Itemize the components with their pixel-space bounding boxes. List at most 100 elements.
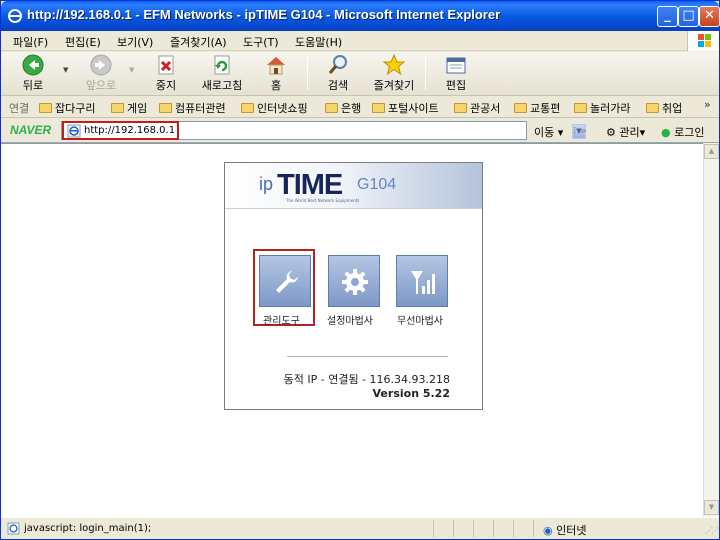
edit-button[interactable]: 편집: [434, 54, 478, 94]
link-item[interactable]: 포털사이트: [372, 100, 439, 116]
vertical-scrollbar[interactable]: ▲ ▼: [703, 143, 719, 517]
folder-icon: [325, 103, 338, 113]
status-pane-divider: [533, 520, 534, 537]
back-button[interactable]: 뒤로: [11, 54, 55, 94]
back-label: 뒤로: [22, 79, 44, 92]
window-title: http://192.168.0.1 - EFM Networks - ipTI…: [27, 7, 501, 22]
status-pane-divider: [513, 520, 514, 537]
link-item[interactable]: 취업: [646, 100, 682, 116]
address-url: http://192.168.0.1: [84, 125, 176, 136]
security-zone: ◉ 인터넷: [543, 524, 587, 537]
scroll-down-button[interactable]: ▼: [704, 500, 719, 515]
search-label: 검색: [327, 79, 349, 92]
status-text: javascript: login_main(1);: [24, 523, 152, 534]
back-dropdown-icon[interactable]: ▼: [63, 66, 68, 74]
ie-page-icon: [67, 124, 81, 138]
home-icon: [267, 57, 285, 75]
setup-wizard-label[interactable]: 설정마법사: [327, 312, 373, 327]
menu-tools[interactable]: 도구(T): [243, 34, 279, 50]
links-overflow-button[interactable]: »: [704, 98, 711, 111]
wireless-wizard-tile[interactable]: [396, 255, 448, 307]
ie-icon: [8, 9, 22, 23]
forward-button: 앞으로: [79, 54, 123, 94]
page-content: ip TIME G104 The World Best Network Equi…: [1, 143, 703, 517]
refresh-label: 새로고침: [201, 79, 243, 92]
status-pane-divider: [453, 520, 454, 537]
wireless-wizard-label[interactable]: 무선마법사: [397, 312, 443, 327]
maximize-button[interactable]: □: [678, 6, 699, 27]
link-item[interactable]: 게임: [111, 100, 147, 116]
scroll-up-button[interactable]: ▲: [704, 144, 719, 159]
link-item[interactable]: 교통편: [514, 100, 560, 116]
refresh-button[interactable]: 새로고침: [198, 54, 246, 94]
forward-dropdown-icon: ▼: [129, 66, 135, 74]
logo-ip: ip: [259, 174, 274, 194]
minimize-button[interactable]: _: [657, 6, 678, 27]
manage-button[interactable]: ⚙ 관리▾: [606, 124, 645, 140]
windows-logo: [687, 31, 719, 51]
menu-favorites[interactable]: 즐겨찾기(A): [170, 34, 227, 50]
stop-icon: [158, 55, 174, 75]
folder-icon: [241, 103, 254, 113]
resize-grip-icon[interactable]: ⋰⋰: [705, 526, 719, 535]
toolbar-separator: [307, 56, 308, 90]
toolbar-separator: [425, 56, 426, 90]
title-bar: http://192.168.0.1 - EFM Networks - ipTI…: [1, 1, 720, 31]
links-label: 연결: [9, 102, 30, 115]
link-item[interactable]: 놀러가라: [574, 100, 630, 116]
status-pane-divider: [433, 520, 434, 537]
menu-edit[interactable]: 편집(E): [65, 34, 101, 50]
menu-help[interactable]: 도움말(H): [295, 34, 342, 50]
stop-button[interactable]: 중지: [144, 54, 188, 94]
panel-divider: [287, 356, 448, 357]
globe-icon: ◉: [543, 524, 553, 537]
naver-logo[interactable]: NAVER: [10, 123, 51, 137]
admin-tool-label[interactable]: 관리도구: [263, 312, 300, 327]
toolbar-grip-icon: ⁝ »: [573, 124, 587, 137]
link-item[interactable]: 관공서: [454, 100, 500, 116]
folder-icon: [574, 103, 587, 113]
close-button[interactable]: ✕: [699, 6, 720, 27]
refresh-icon: [214, 55, 230, 75]
folder-icon: [159, 103, 172, 113]
favorites-label: 즐겨찾기: [373, 79, 415, 92]
logo-tagline: The World Best Network Equipments: [286, 198, 360, 203]
iptime-login-panel: ip TIME G104 The World Best Network Equi…: [224, 162, 483, 410]
home-button[interactable]: 홈: [254, 54, 298, 94]
folder-icon: [372, 103, 385, 113]
setup-wizard-tile[interactable]: [328, 255, 380, 307]
link-item[interactable]: 은행: [325, 100, 361, 116]
address-input[interactable]: http://192.168.0.1 ▼: [61, 121, 586, 140]
connection-status: 동적 IP - 연결됨 - 116.34.93.218: [283, 373, 450, 386]
folder-icon: [514, 103, 527, 113]
status-bar: javascript: login_main(1); ◉ 인터넷 ⋰⋰: [1, 517, 719, 539]
login-button[interactable]: ● 로그인: [661, 124, 704, 140]
star-icon: [383, 54, 405, 76]
standard-toolbar: 뒤로 ▼ 앞으로 ▼ 중지 새로고침 홈 검색 즐겨찾기 편집: [1, 52, 719, 96]
go-button[interactable]: 이동 ▾: [534, 124, 563, 140]
edit-icon: [446, 57, 466, 74]
menu-view[interactable]: 보기(V): [117, 34, 153, 50]
favorites-button[interactable]: 즐겨찾기: [370, 54, 418, 94]
link-item[interactable]: 컴퓨터관련: [159, 100, 226, 116]
browser-window: http://192.168.0.1 - EFM Networks - ipTI…: [0, 0, 720, 540]
links-bar: 연결 잡다구리 게임 컴퓨터관련 인터넷쇼핑 은행 포털사이트 관공서 교통편 …: [1, 96, 719, 118]
gear-icon: [342, 269, 368, 295]
logo-model: G104: [357, 176, 397, 193]
status-pane-divider: [493, 520, 494, 537]
status-pane-divider: [473, 520, 474, 537]
folder-icon: [39, 103, 52, 113]
address-bar: NAVER http://192.168.0.1 ▼ 이동 ▾ ⁝ » ⚙ 관리…: [1, 119, 719, 143]
menu-file[interactable]: 파일(F): [13, 34, 48, 50]
admin-tool-tile[interactable]: [259, 255, 311, 307]
firmware-version: Version 5.22: [372, 387, 450, 400]
folder-icon: [646, 103, 659, 113]
forward-label: 앞으로: [85, 79, 117, 92]
search-button[interactable]: 검색: [316, 54, 360, 94]
page-icon: [7, 522, 20, 535]
link-item[interactable]: 잡다구리: [39, 100, 95, 116]
link-item[interactable]: 인터넷쇼핑: [241, 100, 308, 116]
folder-icon: [111, 103, 124, 113]
menu-bar: 파일(F) 편집(E) 보기(V) 즐겨찾기(A) 도구(T) 도움말(H): [1, 31, 719, 51]
home-label: 홈: [270, 79, 282, 92]
